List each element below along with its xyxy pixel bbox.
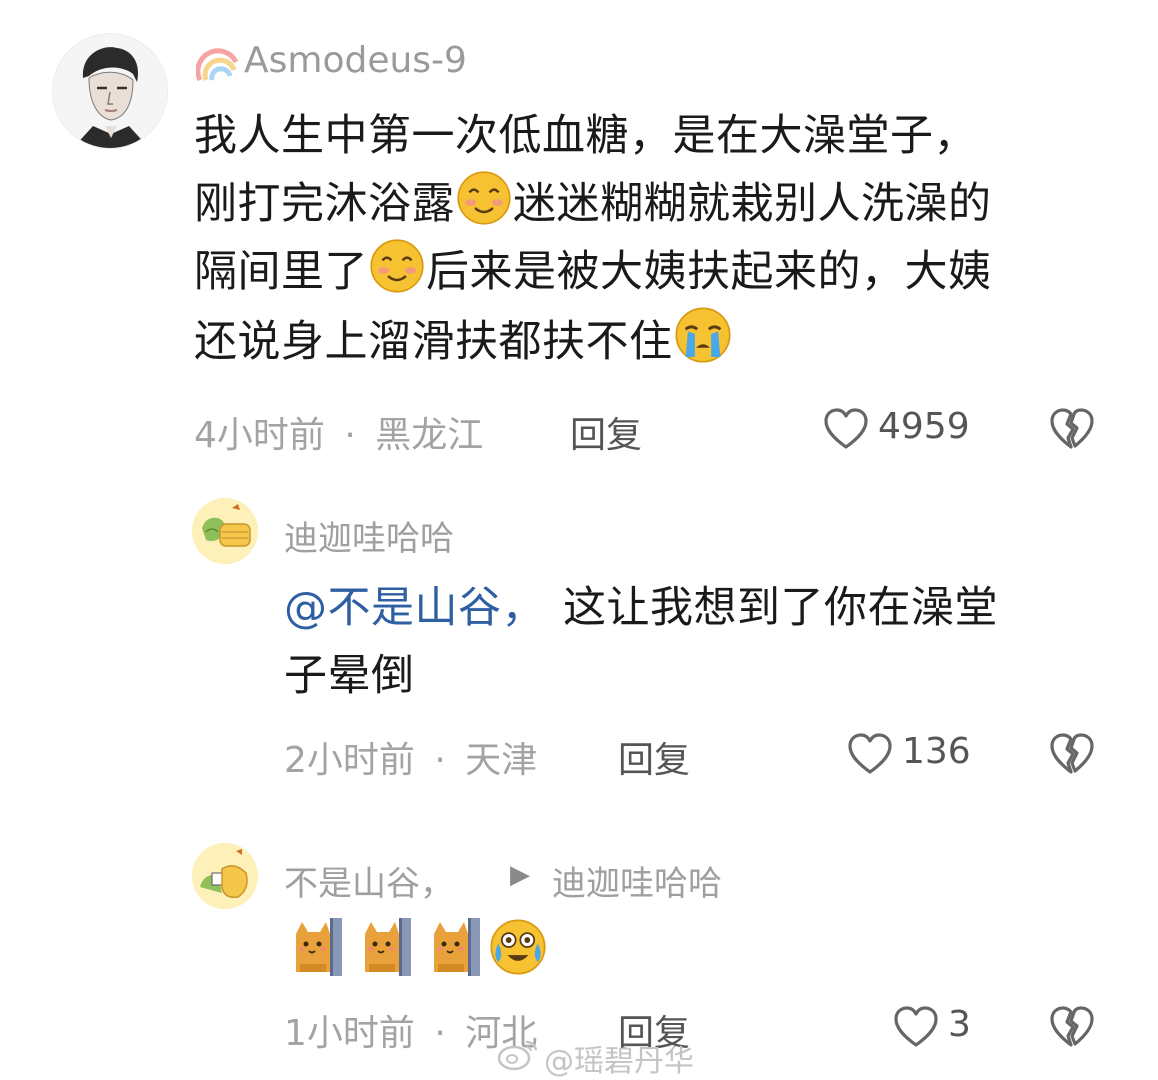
like-count: 4959 — [878, 406, 970, 447]
meta-separator: · — [344, 415, 356, 456]
meta-separator: · — [434, 1013, 446, 1054]
comment-text-line: 还说身上溜滑扶都扶不住 — [194, 306, 992, 376]
timestamp: 4小时前 — [194, 415, 325, 456]
broken-heart-icon[interactable] — [1050, 408, 1094, 450]
username[interactable]: 迪迦哇哈哈 — [284, 511, 454, 560]
reply-button[interactable]: 回复 — [618, 731, 690, 783]
watermark: @瑶碧丹华 — [544, 1044, 694, 1079]
username[interactable]: 不是山谷， — [284, 856, 454, 905]
blush-emoji — [370, 239, 424, 293]
like-count: 3 — [948, 1004, 971, 1045]
tearful-laugh-emoji — [490, 919, 546, 975]
heart-icon[interactable] — [894, 1006, 938, 1048]
username[interactable]: Asmodeus-9 — [244, 40, 467, 81]
comment-meta: 2小时前 · 天津 — [284, 731, 537, 783]
meta-separator: · — [434, 740, 446, 781]
broken-heart-icon[interactable] — [1050, 733, 1094, 775]
timestamp: 1小时前 — [284, 1013, 415, 1054]
comment-text-line: 子晕倒 — [284, 651, 415, 701]
comment-text: 我人生中第一次低血糖，是在大澡堂子， 刚打完沐浴露 迷迷糊糊就栽别人洗澡的 隔间里… — [194, 102, 992, 376]
location: 天津 — [465, 740, 538, 781]
avatar[interactable] — [192, 843, 258, 909]
comment-text-line: 刚打完沐浴露 迷迷糊糊就栽别人洗澡的 — [194, 170, 992, 238]
avatar[interactable] — [192, 498, 258, 564]
blush-emoji — [457, 171, 511, 225]
comment-meta: 4小时前 · 黑龙江 — [194, 406, 483, 458]
reply-button[interactable]: 回复 — [570, 406, 642, 458]
crying-emoji — [674, 306, 731, 364]
comment-text-line: @不是山谷， 这让我想到了你在澡堂 — [284, 583, 998, 633]
heart-icon[interactable] — [824, 408, 868, 450]
cat-peek-emoji — [291, 917, 343, 977]
heart-icon[interactable] — [848, 733, 892, 775]
comment-text-line: 我人生中第一次低血糖，是在大澡堂子， — [194, 111, 977, 161]
cat-peek-emoji — [429, 917, 482, 977]
broken-heart-icon[interactable] — [1050, 1006, 1094, 1048]
weibo-logo-icon — [496, 1036, 540, 1072]
timestamp: 2小时前 — [284, 740, 415, 781]
reply-to-username[interactable]: 迪迦哇哈哈 — [552, 856, 722, 905]
emoji-row — [290, 917, 547, 978]
avatar[interactable] — [52, 33, 168, 149]
cat-peek-emoji — [360, 917, 412, 977]
rainbow-icon — [195, 40, 240, 82]
location: 黑龙江 — [375, 415, 484, 456]
reply-arrow-icon: ▶ — [510, 860, 530, 890]
like-count: 136 — [902, 731, 971, 772]
mention-link[interactable]: @不是山谷， — [284, 583, 545, 633]
comment-text-line: 隔间里了 后来是被大姨扶起来的，大姨 — [194, 238, 992, 306]
comment-text: @不是山谷， 这让我想到了你在澡堂 子晕倒 — [284, 574, 998, 710]
